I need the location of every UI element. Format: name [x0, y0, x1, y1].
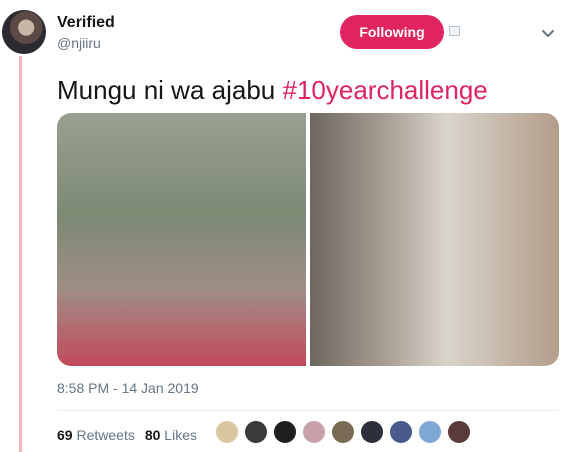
stats-bar: 69 Retweets 80 Likes [57, 427, 197, 443]
liker-avatar[interactable] [273, 420, 297, 444]
tweet-text-body: Mungu ni wa ajabu [57, 75, 283, 105]
hashtag-link[interactable]: #10yearchallenge [282, 75, 487, 105]
liker-avatar[interactable] [331, 420, 355, 444]
following-button[interactable]: Following [340, 15, 444, 49]
display-name[interactable]: Verified [57, 14, 115, 32]
likes-label: Likes [164, 427, 197, 443]
liker-avatar[interactable] [215, 420, 239, 444]
liker-avatar[interactable] [360, 420, 384, 444]
photo-right[interactable] [310, 113, 559, 366]
divider [57, 410, 559, 411]
likers-avatars [215, 420, 471, 444]
message-icon[interactable] [449, 26, 460, 36]
liker-avatar[interactable] [302, 420, 326, 444]
retweets-stat[interactable]: 69 Retweets [57, 427, 135, 443]
liker-avatar[interactable] [418, 420, 442, 444]
liker-avatar[interactable] [447, 420, 471, 444]
thread-line [19, 56, 22, 452]
media-grid [57, 113, 559, 366]
liker-avatar[interactable] [389, 420, 413, 444]
avatar[interactable] [2, 10, 46, 54]
timestamp[interactable]: 8:58 PM - 14 Jan 2019 [57, 380, 199, 396]
liker-avatar[interactable] [244, 420, 268, 444]
chevron-down-icon[interactable] [541, 26, 555, 40]
retweets-label: Retweets [76, 427, 135, 443]
likes-count: 80 [144, 427, 161, 443]
likes-stat[interactable]: 80 Likes [145, 427, 197, 443]
retweets-count: 69 [57, 427, 73, 443]
user-handle[interactable]: @njiiru [57, 35, 101, 51]
photo-left[interactable] [57, 113, 306, 366]
tweet-text: Mungu ni wa ajabu #10yearchallenge [57, 75, 488, 106]
